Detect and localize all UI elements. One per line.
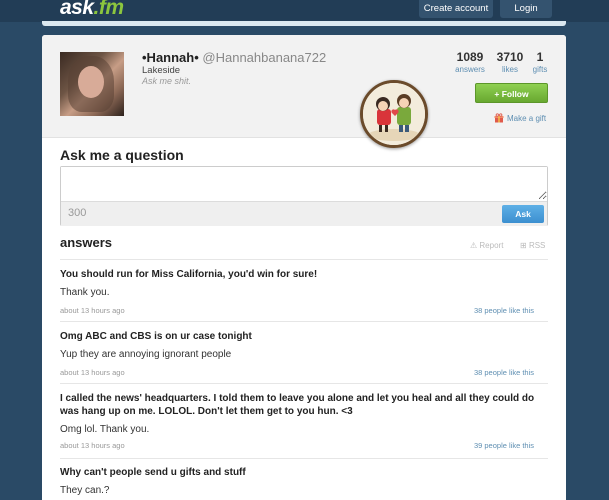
answer-text: Thank you.: [60, 287, 110, 298]
rss-icon: ⊞: [520, 241, 527, 250]
answer-likes[interactable]: 39 people like this: [474, 441, 534, 450]
display-name: •Hannah•: [142, 50, 199, 65]
ask-button[interactable]: Ask: [502, 205, 544, 223]
stat-answers-label: answers: [455, 65, 485, 74]
cartoon-avatar[interactable]: [360, 80, 428, 148]
stat-gifts-label: gifts: [532, 65, 548, 74]
profile-header: •Hannah• @Hannahbanana722 Lakeside Ask m…: [42, 35, 566, 138]
question-input[interactable]: [61, 167, 547, 200]
answer-item: I called the news' headquarters. I told …: [60, 392, 548, 459]
profile-card: •Hannah• @Hannahbanana722 Lakeside Ask m…: [42, 35, 566, 500]
answer-question[interactable]: You should run for Miss California, you'…: [60, 268, 548, 281]
answers-divider: [60, 259, 548, 260]
stat-likes[interactable]: 3710 likes: [495, 50, 525, 74]
answer-item: Why can't people send u gifts and stuff …: [60, 466, 548, 500]
stat-answers-value: 1089: [456, 50, 484, 64]
stat-gifts-value: 1: [536, 50, 544, 64]
profile-name-line: •Hannah• @Hannahbanana722: [142, 50, 326, 65]
answer-time[interactable]: about 13 hours ago: [60, 306, 125, 315]
answers-heading: answers: [60, 235, 113, 250]
answer-text: Yup they are annoying ignorant people: [60, 349, 232, 360]
make-gift-label: Make a gift: [507, 114, 547, 123]
answer-likes[interactable]: 38 people like this: [474, 306, 534, 315]
answer-text: They can.?: [60, 485, 110, 496]
profile-location: Lakeside: [142, 65, 181, 76]
report-label: Report: [479, 241, 504, 250]
rss-label: RSS: [528, 241, 546, 250]
stat-likes-label: likes: [501, 65, 518, 74]
ask-question-title: Ask me a question: [60, 147, 184, 163]
gift-icon: [494, 113, 504, 123]
rss-link[interactable]: ⊞ RSS: [520, 241, 545, 250]
profile-photo[interactable]: [60, 52, 124, 116]
answer-time[interactable]: about 13 hours ago: [60, 441, 125, 450]
profile-bio: Ask me shit.: [142, 76, 192, 86]
answer-question[interactable]: I called the news' headquarters. I told …: [60, 392, 548, 418]
answer-question[interactable]: Why can't people send u gifts and stuff: [60, 466, 548, 479]
answer-item: You should run for Miss California, you'…: [60, 268, 548, 322]
answer-question[interactable]: Omg ABC and CBS is on ur case tonight: [60, 330, 548, 343]
username: @Hannahbanana722: [202, 50, 327, 65]
warning-icon: ⚠: [470, 241, 478, 250]
report-link[interactable]: ⚠ Report: [470, 241, 503, 250]
ask-question-box: 300 Ask: [60, 166, 548, 226]
make-gift-link[interactable]: Make a gift: [494, 113, 546, 123]
top-bar: ask.fm Create account Login: [0, 0, 609, 22]
ask-footer: 300 Ask: [61, 201, 547, 226]
answer-likes[interactable]: 38 people like this: [474, 368, 534, 377]
follow-button[interactable]: + Follow: [475, 83, 548, 103]
stat-answers[interactable]: 1089 answers: [452, 50, 488, 74]
stat-gifts[interactable]: 1 gifts: [530, 50, 550, 74]
character-count: 300: [68, 207, 87, 219]
header-ribbon: [42, 21, 566, 26]
login-button[interactable]: Login: [500, 0, 552, 18]
answer-text: Omg lol. Thank you.: [60, 424, 150, 435]
askfm-logo[interactable]: ask.fm: [60, 0, 124, 20]
stat-likes-value: 3710: [496, 50, 524, 64]
answer-item: Omg ABC and CBS is on ur case tonight Yu…: [60, 330, 548, 384]
create-account-button[interactable]: Create account: [419, 0, 493, 18]
answer-time[interactable]: about 13 hours ago: [60, 368, 125, 377]
